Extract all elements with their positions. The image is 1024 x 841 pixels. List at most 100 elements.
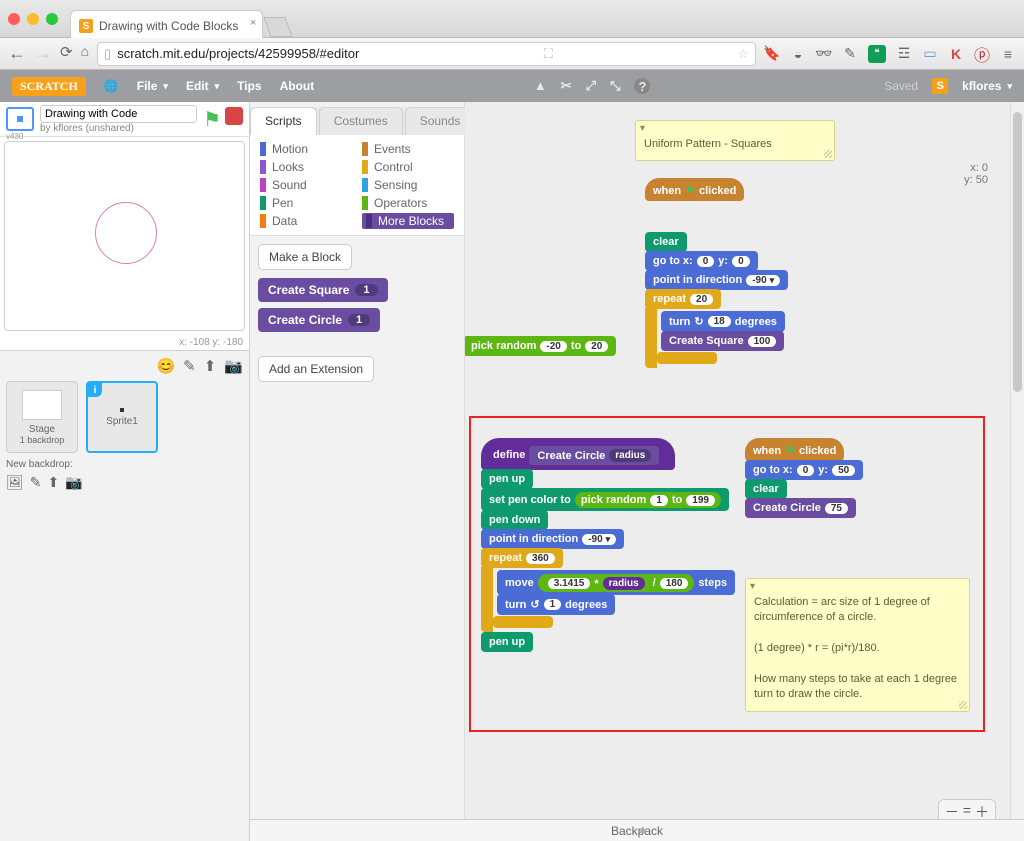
green-flag-icon[interactable]: ⚑ xyxy=(203,107,221,132)
ext-tag-icon[interactable]: 🔖 xyxy=(764,46,780,62)
fullscreen-stage-icon[interactable] xyxy=(6,107,34,131)
add-extension-button[interactable]: Add an Extension xyxy=(258,356,374,382)
when-flag-clicked-hat-2[interactable]: when⚑clicked xyxy=(745,438,844,461)
project-title-input[interactable] xyxy=(40,105,197,123)
new-tab-button[interactable] xyxy=(264,17,293,37)
clear-block[interactable]: clear xyxy=(645,232,687,252)
turn-1-block[interactable]: turn↺1degrees xyxy=(497,594,615,615)
menu-about[interactable]: About xyxy=(280,79,315,93)
move-steps-block[interactable]: move 3.1415 * radius / 180 steps xyxy=(497,570,735,595)
ext-mask-icon[interactable]: 👓 xyxy=(816,46,832,62)
make-a-block-button[interactable]: Make a Block xyxy=(258,244,352,270)
window-minimize[interactable] xyxy=(27,13,39,25)
comment-calculation[interactable]: Calculation = arc size of 1 degree of ci… xyxy=(745,578,970,712)
cat-sensing[interactable]: Sensing xyxy=(362,177,454,193)
scratch-favicon: S xyxy=(79,19,93,33)
window-close[interactable] xyxy=(8,13,20,25)
palette-create-square-block[interactable]: Create Square1 xyxy=(258,278,388,302)
shrink-icon[interactable]: ⤡ xyxy=(610,78,620,94)
point-direction-block[interactable]: point in direction-90 xyxy=(645,270,788,290)
cat-data[interactable]: Data xyxy=(260,213,352,229)
menu-edit[interactable]: Edit xyxy=(186,79,219,93)
cat-pen[interactable]: Pen xyxy=(260,195,352,211)
comment-resize-handle[interactable] xyxy=(959,701,967,709)
goto-xy-block-2[interactable]: go to x:0y:50 xyxy=(745,460,863,480)
menu-tips[interactable]: Tips xyxy=(237,79,261,93)
define-create-circle-hat[interactable]: define Create Circle radius xyxy=(481,438,675,470)
menu-file[interactable]: File xyxy=(137,79,168,93)
ext-wand-icon[interactable]: ✎ xyxy=(842,46,858,62)
stage-canvas[interactable] xyxy=(4,141,245,331)
repeat-360-block[interactable]: repeat360 xyxy=(481,548,563,568)
cat-sound[interactable]: Sound xyxy=(260,177,352,193)
page-icon: ▯ xyxy=(104,46,111,62)
user-menu[interactable]: kflores xyxy=(962,79,1012,93)
cat-looks[interactable]: Looks xyxy=(260,159,352,175)
pen-up-block[interactable]: pen up xyxy=(481,469,533,489)
user-avatar-icon[interactable]: S xyxy=(932,78,948,94)
backdrop-upload-icon[interactable]: ⬆ xyxy=(48,474,60,491)
scratch-logo[interactable]: SCRATCH xyxy=(12,77,86,96)
tab-close-icon[interactable]: × xyxy=(250,17,256,29)
globe-icon[interactable]: 🌐 xyxy=(104,79,119,93)
backpack-expand-icon[interactable]: ▲ xyxy=(637,822,649,836)
cat-more-blocks[interactable]: More Blocks xyxy=(362,213,454,229)
pen-up-block-2[interactable]: pen up xyxy=(481,632,533,652)
ext-pinterest-icon[interactable]: ⓟ xyxy=(974,46,990,62)
backdrop-paint-icon[interactable]: ✎ xyxy=(30,474,42,491)
url-bar[interactable]: ▯ scratch.mit.edu/projects/42599958/#edi… xyxy=(97,42,756,66)
turn-block[interactable]: turn↻18degrees xyxy=(661,311,785,332)
pick-random-block[interactable]: pick random-20to20 xyxy=(465,336,616,356)
bookmark-star-icon[interactable]: ☆ xyxy=(737,46,749,62)
create-square-call[interactable]: Create Square100 xyxy=(661,331,784,351)
clear-block-2[interactable]: clear xyxy=(745,479,787,499)
nav-reload-icon[interactable]: ⟳ xyxy=(60,43,73,64)
point-direction-block-2[interactable]: point in direction-90 xyxy=(481,529,624,549)
ext-buffer-icon[interactable]: ☲ xyxy=(896,46,912,62)
cat-events[interactable]: Events xyxy=(362,141,454,157)
ext-window-icon[interactable]: ▭ xyxy=(922,46,938,62)
stop-icon[interactable] xyxy=(225,107,243,125)
sprite1-label: Sprite1 xyxy=(106,416,138,427)
cat-control[interactable]: Control xyxy=(362,159,454,175)
scripts-scrollbar-vertical[interactable] xyxy=(1010,102,1024,841)
goto-xy-block[interactable]: go to x:0y:0 xyxy=(645,251,758,271)
pen-down-block[interactable]: pen down xyxy=(481,510,548,530)
comment-resize-handle[interactable] xyxy=(824,150,832,158)
backpack-panel[interactable]: Backpack ▲ xyxy=(250,819,1024,841)
browser-tab[interactable]: S Drawing with Code Blocks × xyxy=(70,10,263,38)
ext-hangouts-icon[interactable]: ❝ xyxy=(868,45,886,63)
create-circle-call[interactable]: Create Circle75 xyxy=(745,498,856,518)
duplicate-icon[interactable]: ✂ xyxy=(561,78,572,94)
when-flag-clicked-hat[interactable]: when⚑clicked xyxy=(645,178,744,201)
ext-k-icon[interactable]: K xyxy=(948,46,964,62)
set-pen-color-block[interactable]: set pen color to pick random1to199 xyxy=(481,488,729,511)
comment-uniform-pattern[interactable]: Uniform Pattern - Squares xyxy=(635,120,835,161)
browser-menu-icon[interactable]: ≡ xyxy=(1000,46,1016,62)
sprite-paint-icon[interactable]: ✎ xyxy=(183,357,196,375)
cat-operators[interactable]: Operators xyxy=(362,195,454,211)
cat-motion[interactable]: Motion xyxy=(260,141,352,157)
sprite-info-icon[interactable]: i xyxy=(88,383,102,397)
stamp-icon[interactable]: ▲ xyxy=(534,78,547,94)
backdrop-camera-icon[interactable]: 📷 xyxy=(65,474,82,491)
sprite-upload-icon[interactable]: ⬆ xyxy=(204,357,217,375)
tab-scripts[interactable]: Scripts xyxy=(250,107,317,135)
repeat-block[interactable]: repeat20 xyxy=(645,289,721,309)
stage-thumb[interactable]: Stage 1 backdrop xyxy=(6,381,78,453)
sprite-library-icon[interactable]: 😊 xyxy=(156,357,175,375)
palette-create-circle-block[interactable]: Create Circle1 xyxy=(258,308,380,332)
fullscreen-icon[interactable]: ⛶ xyxy=(544,46,553,62)
tab-costumes[interactable]: Costumes xyxy=(319,107,403,135)
nav-home-icon[interactable]: ⌂ xyxy=(81,43,89,64)
sprite1-thumb[interactable]: i Sprite1 xyxy=(86,381,158,453)
backdrop-library-icon[interactable]: 🖼 xyxy=(6,474,24,491)
ext-pocket-icon[interactable]: ◒ xyxy=(790,46,806,62)
window-zoom[interactable] xyxy=(46,13,58,25)
nav-back-icon[interactable]: ← xyxy=(8,43,26,64)
grow-icon[interactable]: ⤢ xyxy=(586,78,596,94)
green-flag-icon: ⚑ xyxy=(785,444,795,457)
sprite-camera-icon[interactable]: 📷 xyxy=(224,357,243,375)
scripts-canvas[interactable]: x: 0 y: 50 Uniform Pattern - Squares pic… xyxy=(465,102,1024,841)
help-icon[interactable]: ? xyxy=(634,78,650,94)
